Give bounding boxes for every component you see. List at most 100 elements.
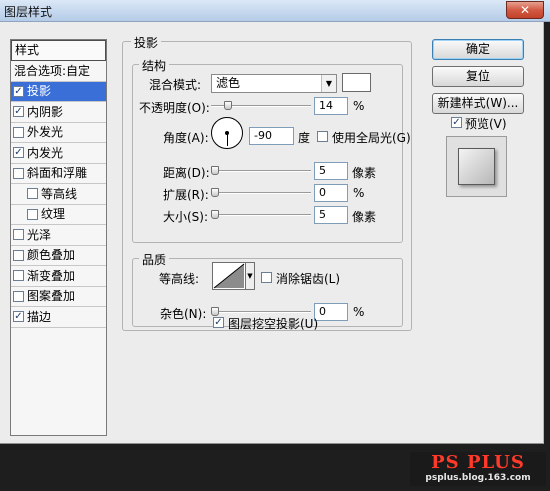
- style-item-label: 颜色叠加: [27, 248, 76, 263]
- style-item-checkbox[interactable]: ✓: [13, 106, 24, 118]
- contour-picker[interactable]: [212, 262, 246, 290]
- size-slider-thumb[interactable]: [211, 210, 219, 219]
- opacity-unit: %: [353, 99, 365, 113]
- spread-slider-thumb[interactable]: [211, 188, 219, 197]
- style-item-checkbox[interactable]: [27, 188, 38, 200]
- style-item-checkbox[interactable]: [13, 249, 24, 261]
- style-item[interactable]: ✓ 内发光: [11, 143, 106, 164]
- style-item-label: 图案叠加: [27, 289, 76, 304]
- size-slider-track: [211, 214, 311, 216]
- contour-label: 等高线:: [159, 272, 200, 286]
- opacity-input[interactable]: 14: [314, 97, 348, 115]
- size-label: 大小(S):: [163, 210, 209, 224]
- title-bar: 图层样式 ✕: [0, 0, 550, 22]
- structure-group: 结构 混合模式: 滤色 ▼ 不透明度(O): 14 % 角度(A): -90 度: [132, 57, 411, 243]
- close-button[interactable]: ✕: [506, 1, 544, 19]
- style-item-checkbox[interactable]: [13, 290, 24, 302]
- preview-checkbox[interactable]: ✓: [451, 117, 462, 128]
- style-item[interactable]: 颜色叠加: [11, 246, 106, 266]
- size-unit: 像素: [352, 210, 377, 224]
- size-slider[interactable]: [211, 210, 311, 219]
- watermark-title: PS PLUS: [431, 452, 525, 473]
- style-item-label: 外发光: [27, 125, 64, 140]
- spread-slider[interactable]: [211, 188, 311, 197]
- style-item[interactable]: ✓ 投影: [11, 81, 106, 102]
- distance-input[interactable]: 5: [314, 162, 348, 180]
- noise-slider-thumb[interactable]: [211, 307, 219, 316]
- global-light-checkbox[interactable]: [317, 131, 328, 142]
- style-item-label: 纹理: [41, 207, 66, 222]
- global-light-label[interactable]: 使用全局光(G): [332, 129, 411, 146]
- distance-slider-thumb[interactable]: [211, 166, 219, 175]
- style-item[interactable]: 光泽: [11, 225, 106, 246]
- style-item-checkbox[interactable]: [13, 229, 24, 241]
- noise-slider-track: [211, 311, 311, 313]
- style-item[interactable]: 渐变叠加: [11, 266, 106, 287]
- antialias-label[interactable]: 消除锯齿(L): [276, 270, 340, 287]
- style-item-label: 描边: [27, 309, 52, 324]
- style-preview: [446, 136, 507, 197]
- style-item-label: 光泽: [27, 227, 52, 242]
- distance-slider-track: [211, 170, 311, 172]
- distance-label: 距离(D):: [163, 166, 210, 180]
- style-item-checkbox[interactable]: [13, 270, 24, 282]
- watermark-url: psplus.blog.163.com: [425, 473, 531, 483]
- style-item-checkbox[interactable]: [27, 208, 38, 220]
- style-item[interactable]: 斜面和浮雕: [11, 164, 106, 184]
- distance-slider[interactable]: [211, 166, 311, 175]
- angle-center: [225, 131, 229, 135]
- drop-shadow-group: 投影 结构 混合模式: 滤色 ▼ 不透明度(O): 14 % 角度(A): -9…: [122, 34, 412, 331]
- opacity-slider-thumb[interactable]: [224, 101, 232, 110]
- style-item-label: 内阴影: [27, 104, 64, 119]
- contour-dropdown-button[interactable]: ▼: [246, 262, 255, 290]
- knockout-label[interactable]: 图层挖空投影(U): [228, 315, 318, 332]
- style-item-checkbox[interactable]: [13, 167, 24, 179]
- style-item-checkbox[interactable]: ✓: [13, 85, 24, 97]
- opacity-label: 不透明度(O):: [139, 101, 210, 115]
- style-item-label: 投影: [27, 84, 52, 99]
- style-item-label: 内发光: [27, 145, 64, 160]
- style-item[interactable]: 图案叠加: [11, 287, 106, 307]
- style-item[interactable]: 混合选项:自定: [11, 61, 106, 82]
- style-item[interactable]: 纹理: [11, 205, 106, 225]
- knockout-checkbox[interactable]: ✓: [213, 317, 224, 328]
- angle-dial[interactable]: [211, 117, 243, 149]
- styles-list: 样式 混合选项:自定 ✓ 投影 ✓ 内阴影 外发光 ✓ 内发光 斜面和浮雕 等高线 纹理 光泽 颜色叠加…: [10, 39, 107, 436]
- spread-unit: %: [353, 186, 365, 200]
- spread-slider-track: [211, 192, 311, 194]
- style-item[interactable]: 等高线: [11, 184, 106, 205]
- angle-input[interactable]: -90: [249, 127, 294, 145]
- style-item-label: 渐变叠加: [27, 268, 76, 283]
- spread-input[interactable]: 0: [314, 184, 348, 202]
- style-item-label: 混合选项:自定: [14, 63, 91, 78]
- watermark: PS PLUS psplus.blog.163.com: [410, 452, 546, 486]
- style-item-label: 等高线: [41, 186, 78, 201]
- style-item-checkbox[interactable]: [13, 126, 24, 138]
- structure-title: 结构: [139, 57, 170, 74]
- reset-button[interactable]: 复位: [432, 66, 524, 87]
- shadow-color-swatch[interactable]: [342, 73, 371, 92]
- preview-label[interactable]: 预览(V): [465, 115, 507, 132]
- noise-unit: %: [353, 305, 365, 319]
- style-item[interactable]: ✓ 内阴影: [11, 102, 106, 123]
- distance-unit: 像素: [352, 166, 377, 180]
- style-item[interactable]: ✓ 描边: [11, 307, 106, 328]
- style-item-checkbox[interactable]: ✓: [13, 147, 24, 159]
- style-item-checkbox[interactable]: ✓: [13, 311, 24, 323]
- styles-header[interactable]: 样式: [11, 40, 106, 61]
- layer-style-dialog: 样式 混合选项:自定 ✓ 投影 ✓ 内阴影 外发光 ✓ 内发光 斜面和浮雕 等高线 纹理 光泽 颜色叠加…: [0, 22, 544, 444]
- blend-mode-select[interactable]: 滤色 ▼: [211, 74, 337, 93]
- ok-button[interactable]: 确定: [432, 39, 524, 60]
- blend-mode-value: 滤色: [216, 76, 241, 90]
- noise-label: 杂色(N):: [160, 307, 207, 321]
- noise-input[interactable]: 0: [314, 303, 348, 321]
- size-input[interactable]: 5: [314, 206, 348, 224]
- angle-unit: 度: [298, 131, 311, 145]
- opacity-slider[interactable]: [211, 101, 311, 110]
- new-style-button[interactable]: 新建样式(W)...: [432, 93, 524, 114]
- antialias-checkbox[interactable]: [261, 272, 272, 283]
- chevron-down-icon: ▼: [321, 75, 336, 92]
- spread-label: 扩展(R):: [163, 188, 209, 202]
- quality-title: 品质: [139, 251, 170, 268]
- style-item[interactable]: 外发光: [11, 123, 106, 143]
